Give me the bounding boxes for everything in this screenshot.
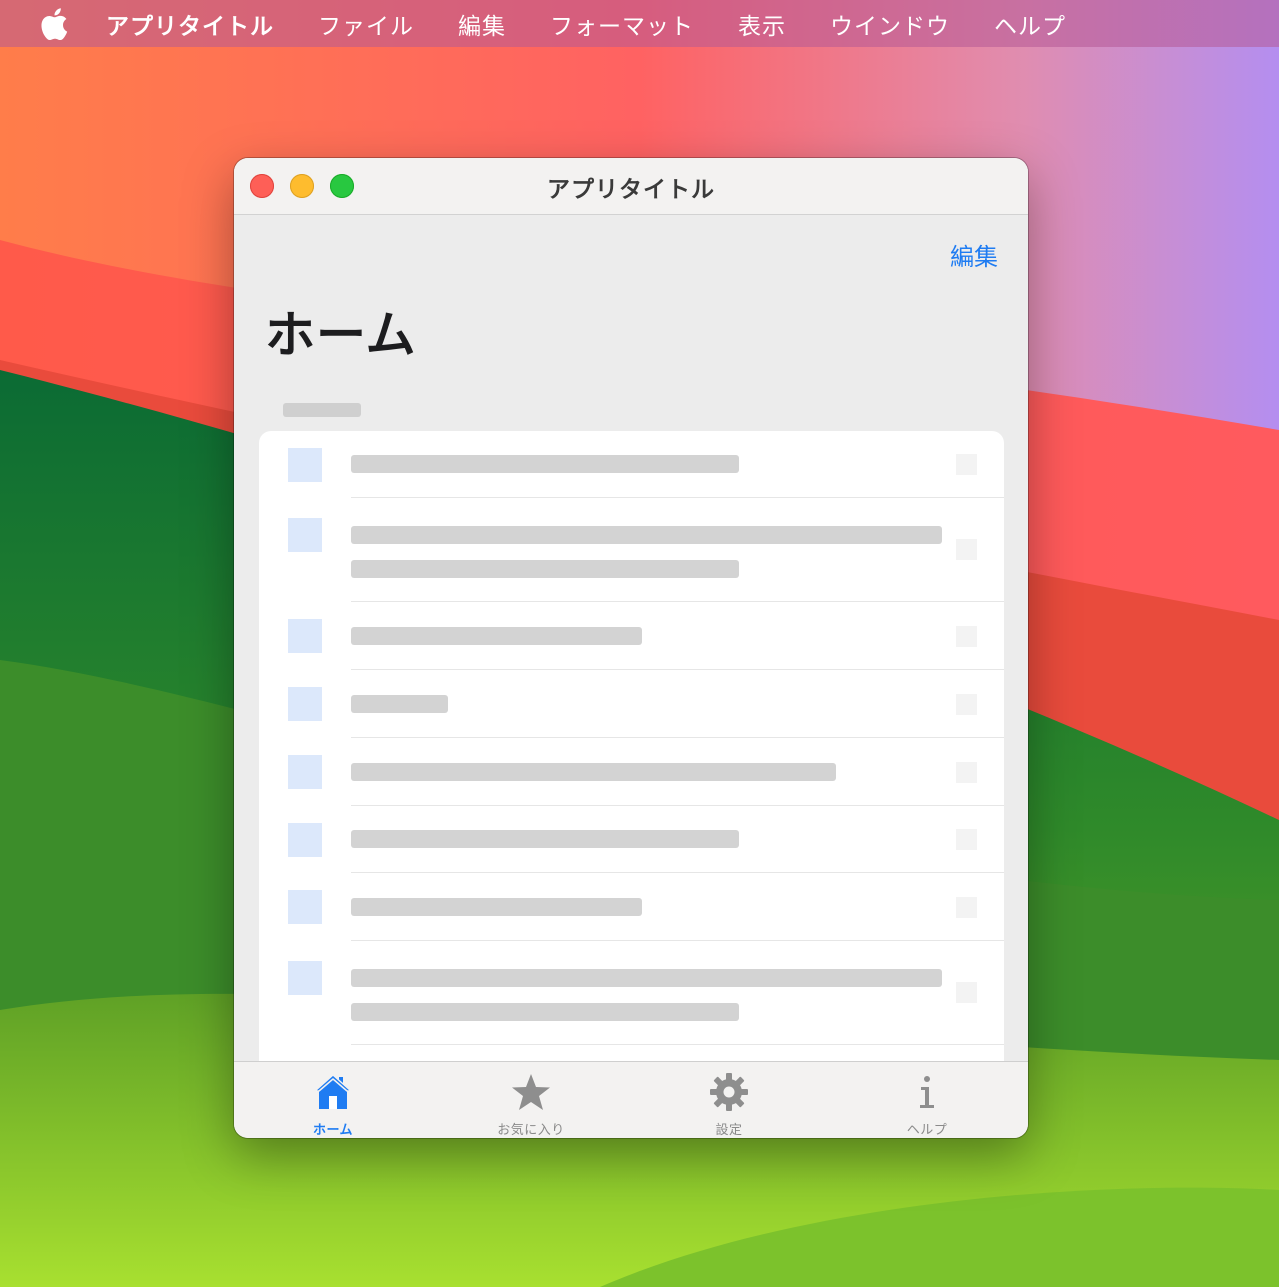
tab-label: ヘルプ: [906, 1123, 948, 1138]
thumbnail-placeholder: [288, 518, 322, 552]
text-placeholder: [351, 1003, 739, 1021]
text-placeholder: [351, 898, 642, 916]
accessory-placeholder: [956, 694, 977, 715]
apple-logo-icon[interactable]: [40, 7, 70, 41]
menu-app-name[interactable]: アプリタイトル: [106, 7, 274, 41]
section-header-placeholder: [283, 403, 361, 417]
list-item[interactable]: [259, 873, 1004, 941]
list-item[interactable]: [259, 670, 1004, 738]
list-item[interactable]: [259, 806, 1004, 873]
tab-favorites[interactable]: お気に入り: [432, 1062, 630, 1138]
list-item[interactable]: [259, 738, 1004, 806]
thumbnail-placeholder: [288, 448, 322, 482]
info-icon: [920, 1076, 934, 1108]
row-separator: [351, 1044, 1004, 1045]
text-placeholder: [351, 830, 739, 848]
thumbnail-placeholder: [288, 823, 322, 857]
accessory-placeholder: [956, 762, 977, 783]
window-title: アプリタイトル: [547, 177, 715, 203]
menu-file[interactable]: ファイル: [318, 7, 414, 41]
menu-format[interactable]: フォーマット: [550, 7, 694, 41]
edit-button[interactable]: 編集: [950, 237, 998, 272]
house-icon: [314, 1074, 352, 1109]
tab-label: ホーム: [312, 1123, 354, 1138]
menu-edit[interactable]: 編集: [458, 7, 506, 41]
accessory-placeholder: [956, 454, 977, 475]
thumbnail-placeholder: [288, 687, 322, 721]
text-placeholder: [351, 526, 942, 544]
page-title: ホーム: [265, 306, 417, 364]
accessory-placeholder: [956, 539, 977, 560]
thumbnail-placeholder: [288, 755, 322, 789]
menu-view[interactable]: 表示: [738, 7, 786, 41]
list-item[interactable]: [259, 498, 1004, 602]
tab-bar: ホーム お気に入り 設定 ヘルプ: [234, 1061, 1028, 1138]
gear-icon: [710, 1073, 748, 1111]
accessory-placeholder: [956, 829, 977, 850]
accessory-placeholder: [956, 626, 977, 647]
list-item[interactable]: [259, 602, 1004, 670]
tab-help[interactable]: ヘルプ: [828, 1062, 1026, 1138]
menu-bar: アプリタイトル ファイル 編集 フォーマット 表示 ウインドウ ヘルプ: [0, 0, 1279, 47]
accessory-placeholder: [956, 897, 977, 918]
menu-help[interactable]: ヘルプ: [994, 7, 1066, 41]
thumbnail-placeholder: [288, 619, 322, 653]
text-placeholder: [351, 969, 942, 987]
tab-label: お気に入り: [497, 1123, 565, 1138]
thumbnail-placeholder: [288, 890, 322, 924]
list-item[interactable]: [259, 431, 1004, 498]
text-placeholder: [351, 695, 448, 713]
menu-window[interactable]: ウインドウ: [830, 7, 950, 41]
star-icon: [512, 1074, 550, 1110]
tab-settings[interactable]: 設定: [630, 1062, 828, 1138]
text-placeholder: [351, 455, 739, 473]
thumbnail-placeholder: [288, 961, 322, 995]
main-content: 編集 ホーム: [234, 215, 1028, 1061]
app-window: アプリタイトル 編集 ホーム ホーム お気に入り 設定 ヘルプ: [234, 158, 1028, 1138]
title-bar[interactable]: アプリタイトル: [234, 158, 1028, 215]
tab-label: 設定: [715, 1123, 743, 1138]
list-item[interactable]: [259, 941, 1004, 1045]
text-placeholder: [351, 763, 836, 781]
text-placeholder: [351, 627, 642, 645]
list-card: [259, 431, 1004, 1061]
accessory-placeholder: [956, 982, 977, 1003]
text-placeholder: [351, 560, 739, 578]
tab-home[interactable]: ホーム: [234, 1062, 432, 1138]
